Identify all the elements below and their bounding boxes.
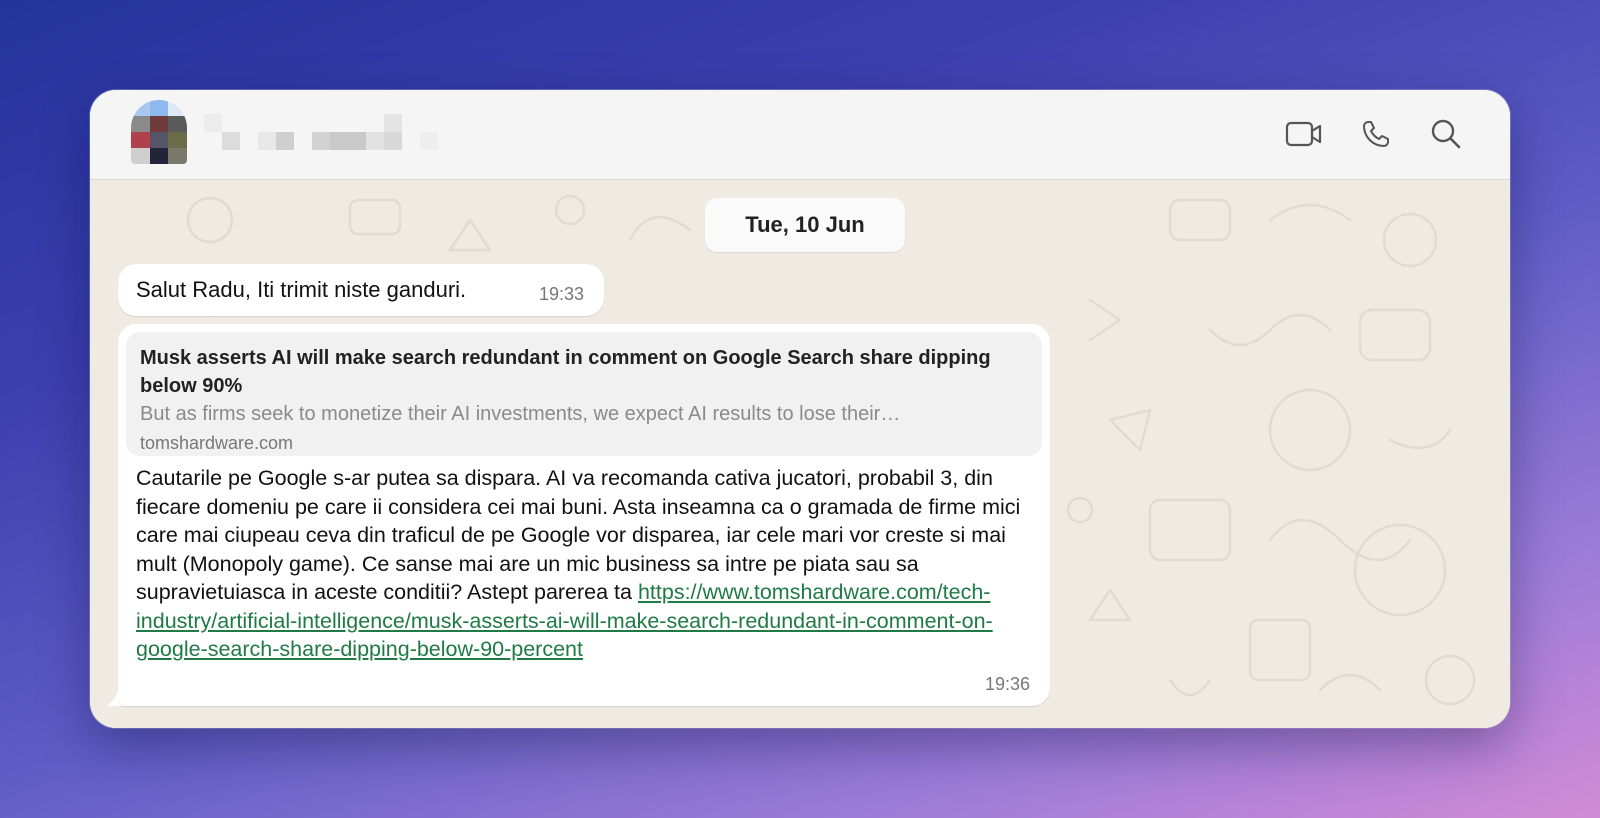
link-preview[interactable]: Musk asserts AI will make search redunda…	[126, 332, 1042, 456]
search-icon	[1431, 119, 1461, 149]
phone-icon	[1363, 121, 1389, 147]
video-call-button[interactable]	[1282, 112, 1326, 156]
link-preview-title: Musk asserts AI will make search redunda…	[140, 347, 991, 397]
contact-name-redacted[interactable]	[204, 114, 534, 154]
chat-window: Tue, 10 Jun Salut Radu, Iti trimit niste…	[90, 90, 1510, 728]
message-text: Salut Radu, Iti trimit niste ganduri.	[136, 277, 467, 302]
search-button[interactable]	[1424, 112, 1468, 156]
contact-avatar[interactable]	[131, 100, 187, 164]
message-time: 19:36	[984, 674, 1030, 694]
date-separator: Tue, 10 Jun	[705, 198, 905, 252]
link-preview-description: But as firms seek to monetize their AI i…	[140, 403, 901, 425]
chat-area[interactable]: Tue, 10 Jun Salut Radu, Iti trimit niste…	[90, 180, 1510, 728]
link-preview-domain: tomshardware.com	[140, 433, 294, 453]
chat-header	[90, 90, 1510, 180]
video-camera-icon	[1285, 121, 1322, 147]
voice-call-button[interactable]	[1354, 112, 1398, 156]
message-bubble[interactable]: Musk asserts AI will make search redunda…	[118, 324, 1050, 706]
message-time: 19:33	[538, 284, 584, 304]
message-text-container: Cautarile pe Google s-ar putea sa dispar…	[136, 464, 1026, 664]
message-bubble[interactable]: Salut Radu, Iti trimit niste ganduri. 19…	[118, 264, 604, 316]
